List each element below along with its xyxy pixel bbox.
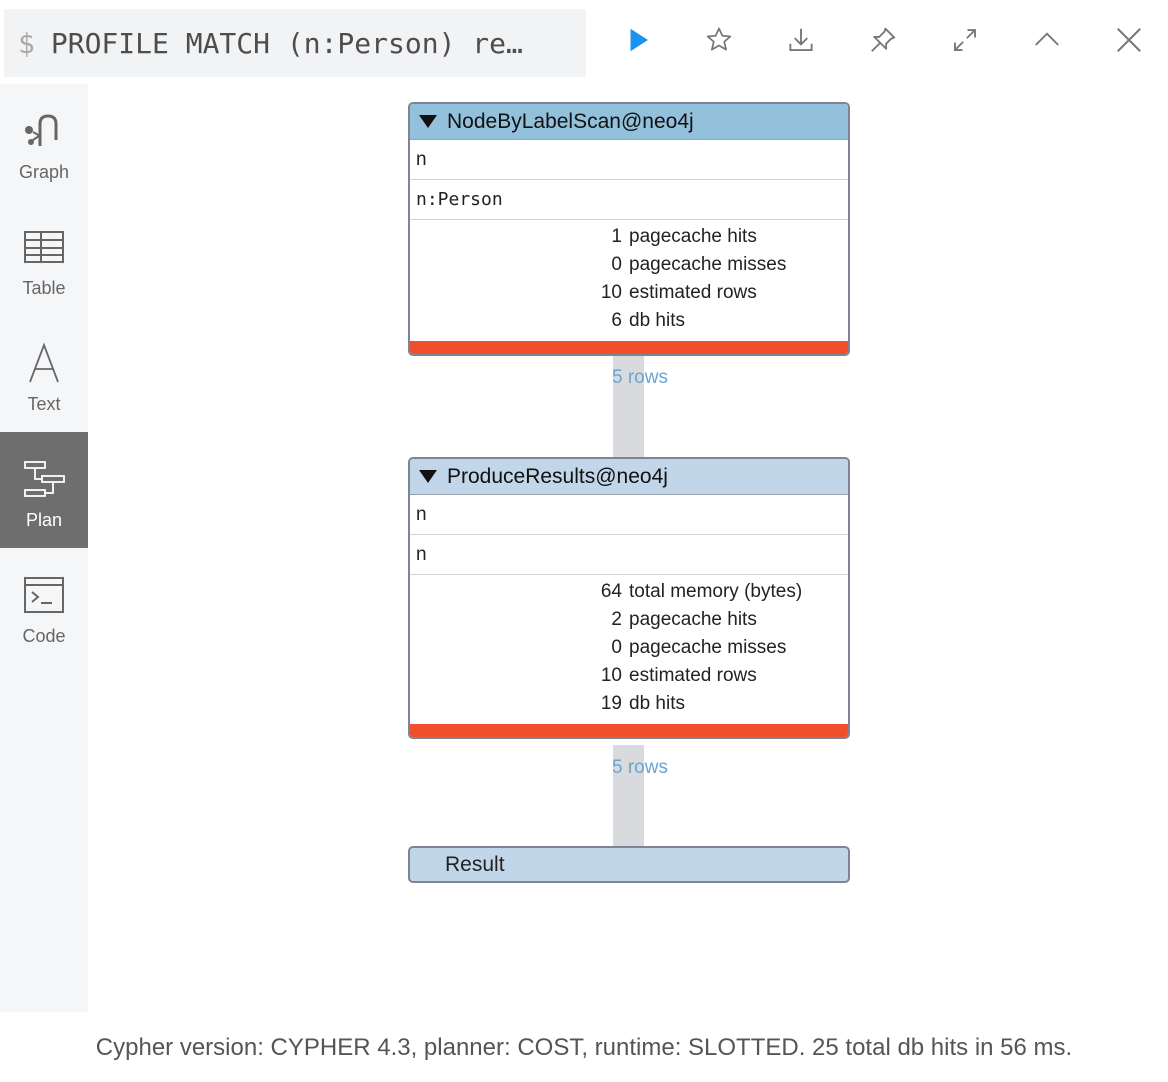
graph-icon [25, 114, 58, 146]
close-button[interactable] [1111, 22, 1147, 58]
chevron-up-icon [1035, 32, 1059, 46]
favorite-button[interactable] [701, 22, 737, 58]
collapse-triangle-icon[interactable] [419, 470, 437, 483]
close-icon [1117, 28, 1141, 52]
stat-row: 19 db hits [600, 693, 685, 714]
collapse-triangle-icon[interactable] [419, 115, 437, 128]
operator-header[interactable]: NodeByLabelScan@neo4j [410, 104, 848, 140]
expand-button[interactable] [947, 22, 983, 58]
code-icon [24, 577, 64, 613]
table-icon [24, 231, 64, 263]
stat-row: 64 total memory (bytes) [600, 581, 803, 602]
pin-button[interactable] [865, 22, 901, 58]
operator-identifiers: n [410, 140, 848, 180]
expand-icon [954, 29, 976, 51]
run-button[interactable] [620, 22, 656, 58]
stat-row: 0 pagecache misses [611, 637, 787, 658]
stat-row: 0 pagecache misses [611, 254, 787, 275]
text-icon [29, 342, 59, 383]
sidebar-item-plan[interactable]: Plan [0, 432, 88, 548]
download-icon [789, 28, 813, 51]
rows-label: 5 rows [612, 757, 668, 778]
operator-details: n:Person [410, 180, 848, 220]
stat-row: 2 pagecache hits [611, 609, 757, 630]
plan-icon [24, 461, 65, 497]
plan-result-node[interactable]: Result [408, 846, 850, 883]
operator-identifiers: n [410, 495, 848, 535]
query-editor[interactable]: $ PROFILE MATCH (n:Person) re… [4, 9, 586, 77]
play-icon [630, 28, 648, 52]
plan-operator-produceresults[interactable]: ProduceResults@neo4j n n 64 total memory … [408, 457, 850, 739]
star-icon [706, 27, 732, 51]
operator-header[interactable]: ProduceResults@neo4j [410, 459, 848, 495]
download-button[interactable] [783, 22, 819, 58]
sidebar-item-code[interactable]: Code [0, 548, 88, 664]
stat-row: 6 db hits [611, 310, 685, 331]
plan-operator-nodebylabelscan[interactable]: NodeByLabelScan@neo4j n n:Person 1 pageca… [408, 102, 850, 356]
prompt-symbol: $ [18, 26, 35, 60]
sidebar-item-table[interactable]: Table [0, 200, 88, 316]
query-text: PROFILE MATCH (n:Person) re… [50, 26, 523, 60]
stat-row: 1 pagecache hits [611, 226, 757, 247]
pin-icon [871, 27, 896, 52]
cost-bar [410, 341, 848, 354]
operator-stats: 64 total memory (bytes) 2 pagecache hits 0… [410, 575, 848, 724]
rows-label: 5 rows [612, 367, 668, 388]
cost-bar [410, 724, 848, 737]
operator-name: NodeByLabelScan@neo4j [447, 109, 694, 133]
sidebar-item-text[interactable]: Text [0, 316, 88, 432]
plan-summary: Cypher version: CYPHER 4.3, planner: COS… [95, 1034, 1073, 1061]
view-sidebar: Graph Table Text Plan Code [0, 84, 88, 1012]
sidebar-item-graph[interactable]: Graph [0, 84, 88, 200]
operator-stats: 1 pagecache hits 0 pagecache misses 10 esti… [410, 220, 848, 341]
stat-row: 10 estimated rows [600, 282, 757, 303]
collapse-button[interactable] [1029, 22, 1065, 58]
result-label: Result [445, 852, 505, 876]
operator-name: ProduceResults@neo4j [447, 464, 668, 488]
stat-row: 10 estimated rows [600, 665, 757, 686]
operator-details: n [410, 535, 848, 575]
